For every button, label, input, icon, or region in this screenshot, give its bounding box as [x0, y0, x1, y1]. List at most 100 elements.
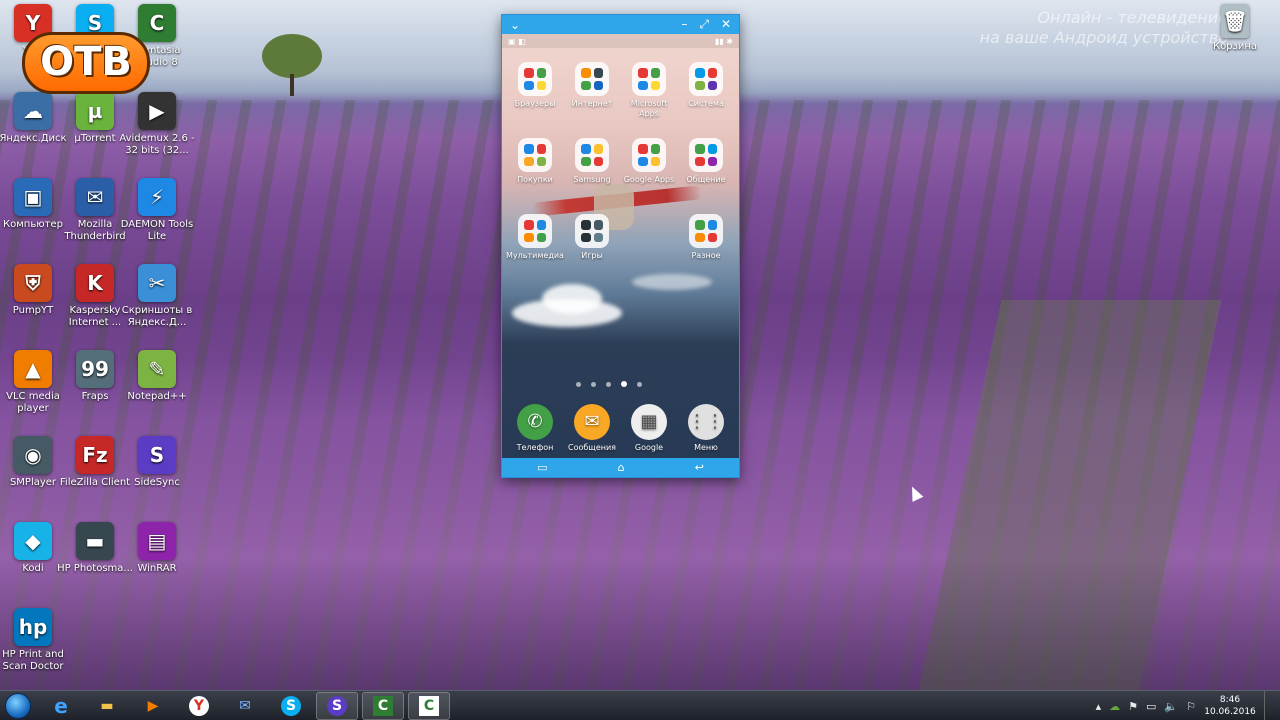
- desktop-icon-daemon[interactable]: ⚡ DAEMON Tools Lite: [118, 178, 196, 243]
- show-desktop-button[interactable]: [1264, 691, 1274, 720]
- cloud: [542, 284, 602, 314]
- folder-icon: [632, 62, 666, 96]
- camtasia-icon: C: [373, 695, 393, 716]
- desktop-icon-recycle-bin[interactable]: 🗑 Корзина: [1196, 4, 1274, 53]
- phone-folder-games[interactable]: Игры: [563, 214, 621, 261]
- screenshots-icon: ✂: [138, 264, 176, 302]
- phone-app-label: Разное: [691, 251, 721, 260]
- phone-folder-microsoft[interactable]: Microsoft Apps: [620, 62, 678, 119]
- desktop-icon-label: Скриншоты в Яндекс.Д...: [121, 305, 193, 328]
- dock-app-google[interactable]: ▦ Google: [620, 404, 678, 453]
- page-dot[interactable]: [606, 381, 611, 387]
- utorrent-icon: µ: [76, 92, 114, 130]
- phone-app-icon: ✆: [517, 404, 553, 440]
- taskbar-camtasia[interactable]: C: [362, 691, 404, 720]
- clock-date: 10.06.2016: [1204, 707, 1256, 717]
- smplayer-icon: ◉: [14, 436, 52, 474]
- sidesync-icon: S: [138, 436, 176, 474]
- cloud: [632, 274, 712, 290]
- page-indicator[interactable]: [576, 381, 642, 387]
- phone-folder-samsung[interactable]: Samsung: [563, 138, 621, 185]
- menu-icon: ⋮⋮: [688, 404, 724, 440]
- otb-logo: OTB: [22, 32, 150, 94]
- phone-titlebar[interactable]: ⌄ – ⤢ ✕: [502, 15, 739, 34]
- desktop-icon-label: Avidemux 2.6 - 32 bits (32...: [119, 133, 195, 156]
- phone-app-label: Сообщения: [567, 443, 616, 452]
- notepadpp-icon: ✎: [138, 350, 176, 388]
- camtasia-recorder-icon: C: [419, 695, 439, 716]
- watermark-text: Онлайн - телевидение на ваше Андроид уст…: [980, 8, 1228, 48]
- phone-status-bar: ▣ ◧ ▮▮ ✱: [502, 34, 739, 48]
- phone-app-label: Игры: [581, 251, 603, 260]
- hp-scan-icon: hp: [14, 608, 52, 646]
- messages-icon: ✉: [574, 404, 610, 440]
- taskbar-media-player[interactable]: ▶: [132, 692, 174, 720]
- notification-icons: ▣ ◧: [508, 36, 526, 46]
- desktop-icon-screenshots[interactable]: ✂ Скриншоты в Яндекс.Д...: [118, 264, 196, 329]
- taskbar-skype[interactable]: S: [270, 692, 312, 720]
- pumpyt-icon: ⛨: [14, 264, 52, 302]
- desktop-icon-hp-scan[interactable]: hp HP Print and Scan Doctor: [0, 608, 72, 673]
- thunderbird-icon: ✉: [76, 178, 114, 216]
- close-icon[interactable]: ✕: [721, 17, 731, 32]
- folder-icon: ▬: [100, 697, 114, 714]
- page-dot[interactable]: [576, 381, 581, 387]
- folder-icon: [689, 214, 723, 248]
- phone-folder-messengers[interactable]: Общение: [677, 138, 735, 185]
- daemon-icon: ⚡: [138, 178, 176, 216]
- winrar-icon: ▤: [138, 522, 176, 560]
- page-dot[interactable]: [591, 381, 596, 387]
- skype-icon: S: [281, 695, 301, 716]
- phone-folder-shopping[interactable]: Покупки: [506, 138, 564, 185]
- taskbar-thunderbird[interactable]: ✉: [224, 692, 266, 720]
- recent-apps-icon[interactable]: ▭: [537, 461, 547, 474]
- dock-app-phone-app[interactable]: ✆ Телефон: [506, 404, 564, 453]
- phone-app-label: Интернет: [571, 99, 613, 108]
- monitor-tray-icon[interactable]: ▭: [1146, 700, 1156, 713]
- phone-folder-multimedia[interactable]: Мультимедиа: [506, 214, 564, 261]
- folder-icon: [689, 62, 723, 96]
- desktop-icon-sidesync[interactable]: S SideSync: [118, 436, 196, 489]
- phone-folder-internet[interactable]: Интернет: [563, 62, 621, 109]
- taskbar-yandex[interactable]: Y: [178, 692, 220, 720]
- fullscreen-icon[interactable]: ⤢: [699, 17, 709, 32]
- vlc-icon: ▲: [14, 350, 52, 388]
- taskbar-camtasia-recorder[interactable]: C: [408, 691, 450, 720]
- clock[interactable]: 8:46 10.06.2016: [1204, 694, 1256, 718]
- recycle-bin-icon: 🗑: [1221, 4, 1249, 38]
- phone-folder-google-apps[interactable]: Google Apps: [620, 138, 678, 185]
- sidesync-phone-window[interactable]: ⌄ – ⤢ ✕ ▣ ◧ ▮▮ ✱ Браузеры Интернет Microso…: [501, 14, 740, 478]
- filezilla-icon: Fz: [76, 436, 114, 474]
- desktop-icon-notepadpp[interactable]: ✎ Notepad++: [118, 350, 196, 403]
- phone-folder-system[interactable]: Система: [677, 62, 735, 109]
- phone-folder-browsers[interactable]: Браузеры: [506, 62, 564, 109]
- action-center-icon[interactable]: ⚑: [1128, 700, 1138, 713]
- phone-app-label: Телефон: [516, 443, 554, 452]
- page-dot-active[interactable]: [621, 381, 627, 387]
- chevron-up-icon[interactable]: ▴: [1096, 700, 1102, 713]
- folder-icon: [575, 62, 609, 96]
- taskbar-sidesync[interactable]: S: [316, 691, 358, 720]
- phone-app-label: Общение: [686, 175, 726, 184]
- dock-app-messages[interactable]: ✉ Сообщения: [563, 404, 621, 453]
- start-button[interactable]: [0, 691, 36, 720]
- hp-photosmart-icon: ▬: [76, 522, 114, 560]
- phone-folder-misc[interactable]: Разное: [677, 214, 735, 261]
- volume-icon[interactable]: 🔈: [1164, 700, 1178, 713]
- phone-screen[interactable]: ▣ ◧ ▮▮ ✱ Браузеры Интернет Microsoft Apps С…: [502, 34, 739, 459]
- phone-app-label: Браузеры: [514, 99, 556, 108]
- page-dot[interactable]: [637, 381, 642, 387]
- desktop-icon-label: WinRAR: [137, 563, 177, 574]
- desktop-icon-winrar[interactable]: ▤ WinRAR: [118, 522, 196, 575]
- folder-icon: [632, 138, 666, 172]
- minimize-icon[interactable]: –: [681, 17, 687, 32]
- home-icon[interactable]: ⌂: [618, 461, 625, 474]
- flag-icon[interactable]: ⚐: [1186, 700, 1196, 713]
- back-icon[interactable]: ↩: [695, 461, 704, 474]
- taskbar-explorer[interactable]: ▬: [86, 692, 128, 720]
- chevron-down-icon[interactable]: ⌄: [510, 18, 520, 32]
- network-tray-icon[interactable]: ☁: [1109, 700, 1120, 713]
- taskbar-internet-explorer[interactable]: e: [40, 692, 82, 720]
- desktop-icon-avidemux[interactable]: ▶ Avidemux 2.6 - 32 bits (32...: [118, 92, 196, 157]
- dock-app-menu[interactable]: ⋮⋮ Меню: [677, 404, 735, 453]
